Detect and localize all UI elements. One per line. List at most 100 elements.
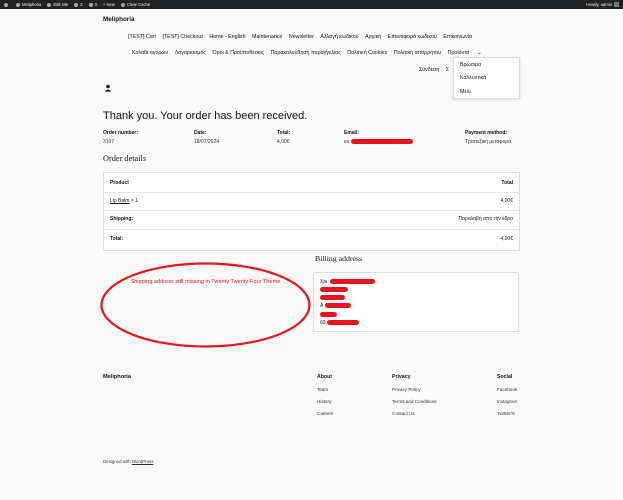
nav-item-cookie-policy[interactable]: Πολιτική Cookies xyxy=(347,50,387,56)
date-label: Date: xyxy=(194,130,207,136)
wordpress-link[interactable]: WordPress xyxy=(132,459,154,464)
footer-link-team[interactable]: Team xyxy=(317,387,333,392)
main-nav-row-1: [TEST] Cart [TEST] Checkout Home - Engli… xyxy=(128,34,479,40)
admin-bar-edit-site[interactable]: Edit site xyxy=(47,2,68,7)
dropdown-item-cosmetics[interactable]: Καλλυντικά xyxy=(460,75,486,81)
redaction xyxy=(320,287,348,292)
total-value: 4,00€ xyxy=(277,139,290,145)
main-nav-row-2: Καλάθι αγορών Λογαριασμός Όροι & Προϋποθ… xyxy=(132,50,495,56)
shipping-label: Shipping: xyxy=(110,216,134,222)
date-value: 18/07/2024 xyxy=(194,139,220,145)
table-row: Lip Balm × 1 xyxy=(110,198,138,204)
footer-link-terms[interactable]: Terms and Conditions xyxy=(392,399,436,404)
avatar xyxy=(614,2,619,7)
nav-item-test-checkout[interactable]: [TEST] Checkout xyxy=(162,34,202,40)
footer-link-contact[interactable]: Contact Us xyxy=(392,411,436,416)
footer-link-privacy-policy[interactable]: Privacy Policy xyxy=(392,387,436,392)
nav-item-contact[interactable]: Επικοινωνία xyxy=(443,34,472,40)
footer-social-heading: Social xyxy=(497,374,513,380)
redaction xyxy=(330,279,375,284)
billing-phone-line: 69 xyxy=(320,320,326,326)
footer-link-careers[interactable]: Careers xyxy=(317,411,333,416)
nav-item-test-cart[interactable]: [TEST] Cart xyxy=(128,34,156,40)
wp-logo-icon[interactable] xyxy=(4,2,10,7)
nav-item-truncated[interactable]: Σ xyxy=(446,67,449,73)
total-header: Total xyxy=(501,180,513,186)
annotation-ellipse: Shipping address still missing in Twenty… xyxy=(100,262,311,348)
admin-bar-account[interactable]: Howdy, admin xyxy=(586,2,619,7)
annotation-text: Shipping address still missing in Twenty… xyxy=(130,279,281,285)
nav-item-change-password[interactable]: Αλλαγή κωδικού xyxy=(320,34,358,40)
footer-link-facebook[interactable]: Facebook xyxy=(497,387,517,392)
footer-link-history[interactable]: History xyxy=(317,399,333,404)
footer-link-instagram[interactable]: Instagram xyxy=(497,399,517,404)
nav-item-account[interactable]: Λογαριασμός xyxy=(175,50,206,56)
redaction xyxy=(327,320,359,325)
shipping-value: Παραλαβή από την έδρα xyxy=(458,216,514,222)
order-details-heading: Order details xyxy=(103,154,147,163)
nav-item-login[interactable]: Σύνδεση xyxy=(419,67,439,73)
main-nav-row-3: Σύνδεση Σ xyxy=(419,67,456,73)
billing-address-line: Α xyxy=(320,303,324,309)
pencil-icon xyxy=(47,2,52,7)
nav-item-newsletter[interactable]: Newsletter xyxy=(289,34,314,40)
nav-item-home-english[interactable]: Home - English xyxy=(209,34,245,40)
products-dropdown: Βρώσιμα Καλλυντικά Μέλι xyxy=(453,57,520,99)
item-total: 4,00€ xyxy=(500,198,513,204)
billing-address-heading: Billing address xyxy=(315,254,362,263)
admin-bar-new[interactable]: + New xyxy=(103,2,115,7)
footer-privacy-heading: Privacy xyxy=(392,374,411,380)
billing-address-box: Χρι Α 69 xyxy=(313,272,519,332)
footer-link-twitter[interactable]: Twitter/X xyxy=(497,411,517,416)
table-divider xyxy=(104,229,519,230)
email-redaction xyxy=(351,139,413,144)
order-number-value: 3107 xyxy=(103,139,115,145)
order-total-label: Total: xyxy=(110,236,124,242)
nav-item-reset-password[interactable]: Επαναφορά κωδικού xyxy=(388,34,437,40)
dropdown-item-edibles[interactable]: Βρώσιμα xyxy=(460,62,481,68)
chevron-down-icon: ⌄ xyxy=(477,50,482,56)
nav-item-order-tracking[interactable]: Παρακολούθηση παραγγελίας xyxy=(271,50,341,56)
admin-bar-updates[interactable]: 2 xyxy=(74,2,83,7)
product-quantity: × 1 xyxy=(130,198,138,204)
site-title[interactable]: Meliphoria xyxy=(103,16,135,23)
user-icon[interactable] xyxy=(104,84,112,92)
redaction xyxy=(320,295,345,300)
admin-bar: Meliphoria Edit site 2 0 + New Clear Cac… xyxy=(0,0,623,9)
footer-privacy-column: Privacy Privacy Policy Terms and Conditi… xyxy=(392,374,436,424)
admin-bar-site[interactable]: Meliphoria xyxy=(16,2,41,7)
cache-icon xyxy=(120,2,125,7)
wordpress-icon xyxy=(4,2,8,7)
footer-about-heading: About xyxy=(317,374,332,380)
order-received-heading: Thank you. Your order has been received. xyxy=(103,110,308,122)
redaction xyxy=(325,303,351,308)
total-label: Total: xyxy=(277,130,291,136)
admin-bar-clear-cache[interactable]: Clear Cache xyxy=(120,2,150,7)
nav-item-cart[interactable]: Καλάθι αγορών xyxy=(132,50,168,56)
billing-name-line: Χρι xyxy=(320,279,328,285)
comment-icon xyxy=(88,2,93,7)
nav-item-home-greek[interactable]: Αρχική xyxy=(365,34,381,40)
footer-social-column: Social Facebook Instagram Twitter/X xyxy=(497,374,517,424)
dropdown-item-honey[interactable]: Μέλι xyxy=(460,89,471,95)
product-header: Product xyxy=(110,180,129,186)
admin-bar-comments[interactable]: 0 xyxy=(88,2,97,7)
redaction xyxy=(320,312,337,317)
table-divider xyxy=(104,192,519,193)
nav-item-terms[interactable]: Όροι & Προϋποθέσεις xyxy=(213,50,265,56)
product-link-lip-balm[interactable]: Lip Balm xyxy=(110,198,129,204)
order-details-table: Product Total Lip Balm × 1 4,00€ Shippin… xyxy=(103,172,520,251)
table-divider xyxy=(104,210,519,211)
nav-item-maintenance[interactable]: Maintenance xyxy=(252,34,282,40)
designed-with-credit: Designed with WordPress xyxy=(103,459,154,464)
nav-item-privacy-policy[interactable]: Πολιτική απορρήτου xyxy=(394,50,441,56)
nav-item-products[interactable]: Προϊόντα ⌄ xyxy=(448,50,489,56)
refresh-icon xyxy=(74,2,79,7)
order-total-value: 4,00€ xyxy=(500,236,513,242)
footer-site-title[interactable]: Meliphoria xyxy=(103,374,131,380)
order-number-label: Order number: xyxy=(103,130,139,136)
red-ellipse-shape xyxy=(100,262,311,348)
footer-about-column: About Team History Careers xyxy=(317,374,333,424)
email-value: es xyxy=(344,139,350,145)
payment-method-value: Τραπεζική μεταφορά xyxy=(465,139,512,145)
